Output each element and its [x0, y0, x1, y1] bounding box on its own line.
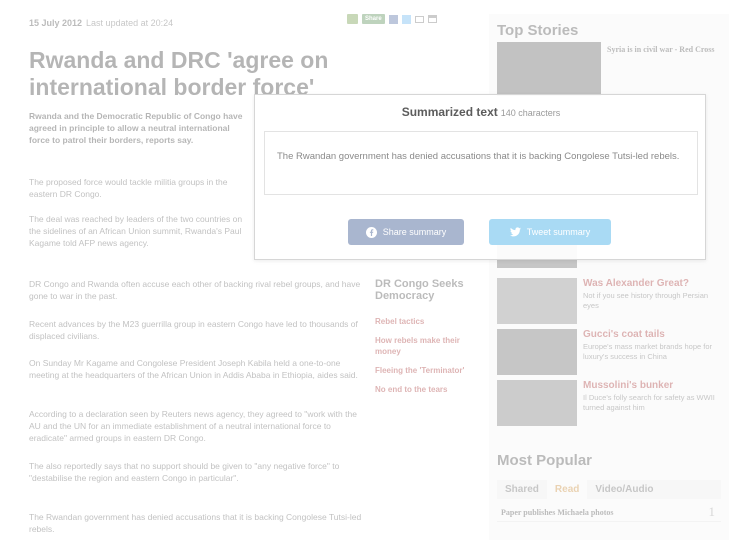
related-box-title: DR Congo Seeks Democracy — [375, 278, 464, 302]
article-headline: Rwanda and DRC 'agree on international b… — [29, 47, 329, 100]
related-link[interactable]: Rebel tactics — [375, 316, 485, 327]
feature-desc: Il Duce's folly search for safety as WWI… — [583, 393, 715, 412]
related-link[interactable]: How rebels make their money — [375, 335, 485, 357]
feature-item[interactable]: Mussolini's bunker Il Duce's folly searc… — [497, 380, 721, 428]
top-story[interactable]: Syria is in civil war - Red Cross — [497, 42, 721, 98]
related-link[interactable]: Fleeing the 'Terminator' — [375, 365, 485, 376]
most-popular-tabs: Shared Read Video/Audio — [497, 480, 721, 499]
tab-shared[interactable]: Shared — [497, 480, 547, 499]
share-summary-label: Share summary — [382, 227, 447, 237]
feature-desc: Not if you see history through Persian e… — [583, 291, 709, 310]
feature-thumbnail — [497, 380, 577, 426]
right-column: Top Stories Syria is in civil war - Red … — [489, 14, 729, 540]
summary-title: Summarized text — [401, 105, 498, 119]
article-paragraph: Recent advances by the M23 guerrilla gro… — [29, 319, 358, 341]
tweet-summary-label: Tweet summary — [526, 227, 591, 237]
facebook-icon — [365, 226, 377, 238]
most-popular-heading: Most Popular — [497, 452, 593, 469]
feature-thumbnail — [497, 329, 577, 375]
article-page: 15 July 2012 Last updated at 20:24 Share … — [0, 0, 729, 540]
article-paragraph: The deal was reached by leaders of the t… — [29, 214, 243, 248]
feature-title[interactable]: Gucci's coat tails — [583, 329, 665, 341]
feature-item[interactable]: Gucci's coat tails Europe's mass market … — [497, 329, 721, 377]
story-thumbnail — [497, 42, 601, 96]
article-paragraph: According to a declaration seen by Reute… — [29, 409, 357, 443]
feature-title[interactable]: Was Alexander Great? — [583, 278, 689, 290]
related-box: DR Congo Seeks Democracy Rebel tactics H… — [375, 278, 485, 403]
article-updated: Last updated at 20:24 — [86, 18, 174, 28]
feature-thumbnail — [497, 278, 577, 324]
feature-item[interactable]: Was Alexander Great? Not if you see hist… — [497, 278, 721, 326]
article-paragraph: The Rwandan government has denied accusa… — [29, 512, 362, 534]
facebook-icon[interactable] — [388, 14, 398, 24]
popular-item-title[interactable]: Paper publishes Michaela photos — [501, 508, 614, 517]
article-paragraph: The proposed force would tackle militia … — [29, 177, 228, 199]
tab-read[interactable]: Read — [546, 480, 588, 499]
article-meta: 15 July 2012 Last updated at 20:24 — [29, 18, 173, 28]
popular-item[interactable]: Paper publishes Michaela photos 1 — [497, 504, 721, 522]
summary-text: The Rwandan government has denied accusa… — [277, 151, 680, 162]
article-paragraph: The also reportedly says that no support… — [29, 461, 340, 483]
share-summary-button[interactable]: Share summary — [348, 219, 464, 245]
feature-desc: Europe's mass market brands hope for lux… — [583, 342, 712, 361]
article-paragraph: DR Congo and Rwanda often accuse each ot… — [29, 279, 361, 301]
email-icon[interactable] — [414, 15, 424, 23]
summary-char-count: 140 characters — [500, 108, 561, 118]
article-lead: Rwanda and the Democratic Republic of Co… — [29, 111, 243, 145]
feature-title[interactable]: Mussolini's bunker — [583, 380, 673, 392]
summary-text-box: The Rwandan government has denied accusa… — [264, 131, 698, 195]
summary-panel: Summarized text 140 characters The Rwanda… — [254, 94, 706, 260]
twitter-icon[interactable] — [401, 14, 411, 24]
share-count-pill[interactable] — [347, 14, 359, 24]
tab-video-audio[interactable]: Video/Audio — [587, 480, 661, 499]
tweet-summary-button[interactable]: Tweet summary — [489, 219, 611, 245]
share-pill-label: Share — [365, 16, 382, 22]
related-link[interactable]: No end to the tears — [375, 384, 485, 395]
top-stories-heading: Top Stories — [497, 22, 579, 39]
share-tools: Share — [347, 14, 437, 24]
article-paragraph: On Sunday Mr Kagame and Congolese Presid… — [29, 358, 358, 380]
share-pill[interactable]: Share — [362, 14, 385, 24]
popular-item-rank: 1 — [708, 504, 716, 519]
article-date: 15 July 2012 — [29, 18, 83, 28]
summary-header: Summarized text 140 characters — [255, 105, 707, 119]
twitter-bird-icon — [509, 227, 521, 238]
top-story-title[interactable]: Syria is in civil war - Red Cross — [607, 45, 714, 55]
print-icon[interactable] — [427, 15, 437, 23]
